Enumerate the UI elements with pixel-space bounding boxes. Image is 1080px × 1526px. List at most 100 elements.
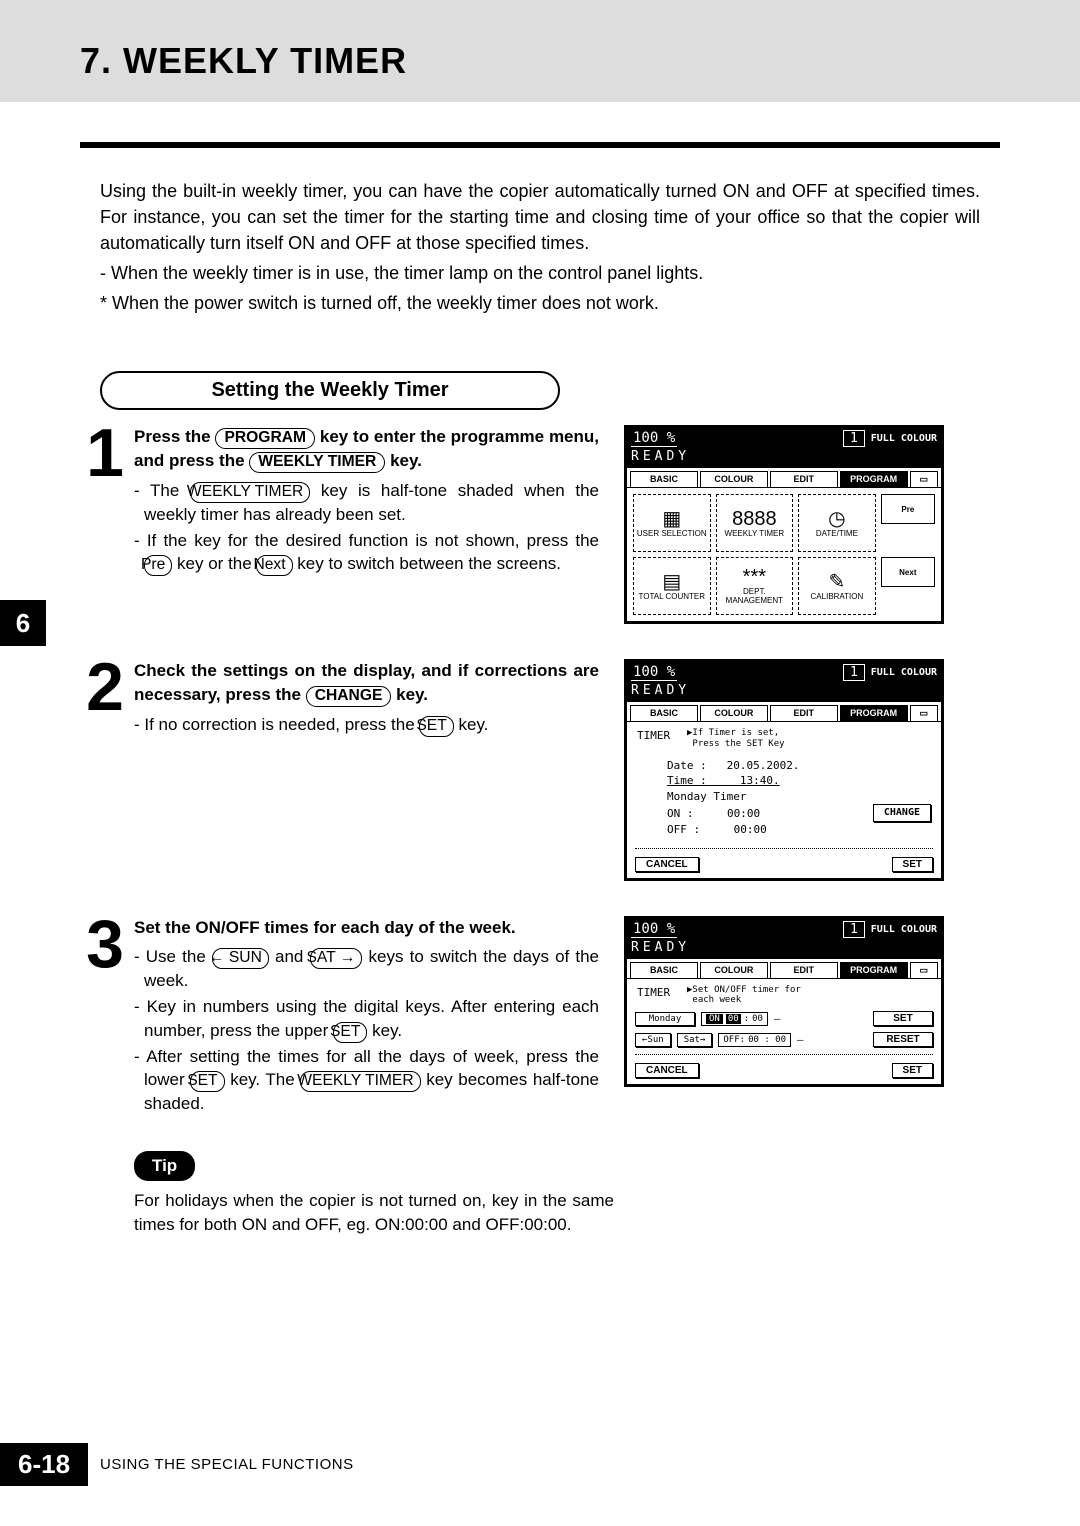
lcd-header: 100 % 1 FULL COLOUR [627, 919, 941, 940]
t: Press the [134, 427, 215, 446]
set-key: SET [419, 716, 453, 737]
tip-block: Tip For holidays when the copier is not … [134, 1151, 614, 1236]
section-header: Setting the Weekly Timer [100, 371, 560, 410]
lcd-mode: FULL COLOUR [871, 433, 937, 444]
t: key. [367, 1021, 402, 1040]
step-3-dash-1: - Use the ← SUN and SAT → keys to switch… [134, 945, 599, 993]
on-time-field[interactable]: ON 00: 00 [701, 1012, 768, 1026]
btn-pre[interactable]: Pre [881, 494, 935, 524]
set-upper-button[interactable]: SET [873, 1011, 933, 1026]
btn-calibration[interactable]: ✎CALIBRATION [798, 557, 876, 615]
set-lower-button[interactable]: SET [892, 1063, 933, 1078]
btn-user-selection[interactable]: ▦USER SELECTION [633, 494, 711, 552]
step-3-num: 3 [80, 916, 130, 974]
sun-nav-button[interactable]: ←Sun [635, 1033, 671, 1047]
step-2: 2 Check the settings on the display, and… [80, 659, 1080, 880]
tab-program[interactable]: PROGRAM [840, 471, 908, 487]
cancel-button[interactable]: CANCEL [635, 1063, 699, 1078]
lcd3-btnrow: CANCEL SET [627, 1059, 941, 1084]
t: key or the [172, 554, 256, 573]
tab-basic[interactable]: BASIC [630, 471, 698, 487]
step-3-dash-2: - Key in numbers using the digital keys.… [134, 995, 599, 1043]
weekly-timer-key: WEEKLY TIMER [249, 452, 385, 473]
calibration-icon: ✎ [829, 572, 846, 592]
set-button[interactable]: SET [892, 857, 933, 872]
off-time-field[interactable]: OFF: 00 : 00 [718, 1033, 791, 1047]
lcd-pct: 100 % [631, 921, 677, 938]
tab-program[interactable]: PROGRAM [840, 705, 908, 721]
btn-next[interactable]: Next [881, 557, 935, 587]
t: - If no correction is needed, press the [134, 715, 419, 734]
btn-weekly-timer[interactable]: 8888WEEKLY TIMER [716, 494, 794, 552]
sat-key: SAT → [310, 948, 363, 969]
chapter-side-tab: 6 [0, 600, 46, 646]
step-3-title: Set the ON/OFF times for each day of the… [134, 916, 599, 940]
intro-bullet-2: * When the power switch is turned off, t… [100, 290, 980, 316]
tab-colour[interactable]: COLOUR [700, 705, 768, 721]
reset-button[interactable]: RESET [873, 1032, 933, 1047]
t: - If the key for the desired function is… [134, 531, 599, 550]
set-key-lower: SET [190, 1071, 224, 1092]
lbl: TOTAL COUNTER [639, 592, 706, 601]
lcd-mode: FULL COLOUR [871, 667, 937, 678]
page-number: 6-18 [0, 1443, 88, 1486]
tab-basic[interactable]: BASIC [630, 705, 698, 721]
lcd-grid: ▦USER SELECTION 8888WEEKLY TIMER ◷DATE/T… [627, 488, 941, 621]
btn-total-counter[interactable]: ▤TOTAL COUNTER [633, 557, 711, 615]
tab-colour[interactable]: COLOUR [700, 471, 768, 487]
page-title: 7. WEEKLY TIMER [80, 40, 1000, 82]
t: key. [385, 451, 422, 470]
btn-dept-mgmt[interactable]: ***DEPT. MANAGEMENT [716, 557, 794, 615]
weekly-timer-key-sm: WEEKLY TIMER [190, 482, 310, 503]
step-1-dash-2: - If the key for the desired function is… [134, 529, 599, 577]
step-1: 1 Press the PROGRAM key to enter the pro… [80, 425, 1080, 624]
tab-colour[interactable]: COLOUR [700, 962, 768, 978]
tab-edit[interactable]: EDIT [770, 705, 838, 721]
step-2-num: 2 [80, 659, 130, 717]
lcd-screen-3: 100 % 1 FULL COLOUR READY BASIC COLOUR E… [624, 916, 944, 1088]
off-vv: 00 : 00 [748, 1035, 786, 1045]
step-3: 3 Set the ON/OFF times for each day of t… [80, 916, 1080, 1116]
tab-basic[interactable]: BASIC [630, 962, 698, 978]
day-button[interactable]: Monday [635, 1012, 695, 1026]
header-band: 7. WEEKLY TIMER [0, 0, 1080, 102]
date-label: Date : [667, 759, 707, 772]
sat-nav-button[interactable]: Sat→ [677, 1033, 713, 1047]
timer-hint: ▶Set ON/OFF timer for each week [687, 985, 801, 1007]
t: - Use the [134, 947, 212, 966]
cancel-button[interactable]: CANCEL [635, 857, 699, 872]
lbl: DEPT. MANAGEMENT [719, 587, 791, 605]
on-mm: 00 [752, 1014, 763, 1024]
lcd-tabs: BASIC COLOUR EDIT PROGRAM ▭ [627, 959, 941, 979]
step-3-body: Set the ON/OFF times for each day of the… [134, 916, 614, 1116]
step-1-title: Press the PROGRAM key to enter the progr… [134, 425, 599, 473]
tab-edit[interactable]: EDIT [770, 962, 838, 978]
lbl: WEEKLY TIMER [725, 529, 785, 538]
tab-edit[interactable]: EDIT [770, 471, 838, 487]
tab-extra[interactable]: ▭ [910, 705, 938, 721]
step-2-body: Check the settings on the display, and i… [134, 659, 614, 736]
lcd-copies: 1 [843, 430, 865, 447]
weekly-timer-icon: 8888 [732, 509, 777, 529]
on-label: ON : [667, 806, 727, 821]
tab-extra[interactable]: ▭ [910, 471, 938, 487]
date-value: 20.05.2002. [727, 759, 800, 772]
step-3-dash-3: - After setting the times for all the da… [134, 1045, 599, 1116]
lcd-ready: READY [627, 449, 941, 468]
t: key. [391, 685, 428, 704]
t: key. [454, 715, 489, 734]
intro-block: Using the built-in weekly timer, you can… [0, 178, 1080, 316]
lcd-screen-2: 100 % 1 FULL COLOUR READY BASIC COLOUR E… [624, 659, 944, 880]
timer-label: TIMER [637, 728, 687, 750]
thick-rule [80, 142, 1000, 148]
change-button[interactable]: CHANGE [873, 804, 931, 822]
tab-program[interactable]: PROGRAM [840, 962, 908, 978]
tab-extra[interactable]: ▭ [910, 962, 938, 978]
lcd-copies: 1 [843, 921, 865, 938]
dept-icon: *** [743, 567, 766, 587]
btn-date-time[interactable]: ◷DATE/TIME [798, 494, 876, 552]
rule [635, 848, 933, 849]
sun-key: ← SUN [212, 948, 269, 969]
pre-key: Pre [144, 555, 172, 576]
off-lbl: OFF: [723, 1035, 745, 1045]
